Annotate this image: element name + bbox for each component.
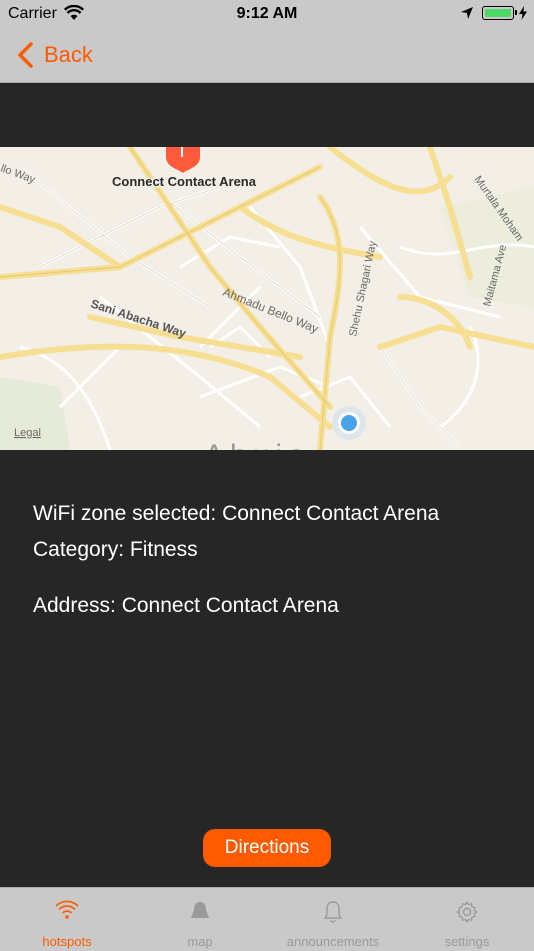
back-label: Back xyxy=(44,42,93,67)
status-bar: Carrier 9:12 AM xyxy=(0,0,534,28)
pin-label: Connect Contact Arena xyxy=(112,174,257,189)
header-spacer xyxy=(0,83,534,147)
tab-settings[interactable]: settings xyxy=(400,888,534,951)
back-button[interactable]: Back xyxy=(14,40,93,70)
map-view[interactable]: llo Way Sani Abacha Way Ahmadu Bello Way… xyxy=(0,147,534,450)
bell-icon xyxy=(323,901,343,923)
wifi-icon xyxy=(55,900,79,919)
tab-label: settings xyxy=(444,934,490,949)
user-location-icon xyxy=(332,406,366,440)
address-text: Address: Connect Contact Arena xyxy=(33,594,339,617)
tab-map[interactable]: map xyxy=(133,888,267,951)
tab-label: map xyxy=(187,934,213,949)
tab-label: announcements xyxy=(286,934,380,949)
wifi-zone-text: WiFi zone selected: Connect Contact Aren… xyxy=(33,502,440,525)
category-text: Category: Fitness xyxy=(33,538,198,561)
battery-icon xyxy=(482,6,517,20)
charging-bolt-icon xyxy=(519,6,527,20)
map-icon xyxy=(191,902,209,918)
legal-link[interactable]: Legal xyxy=(14,427,41,439)
tab-announcements[interactable]: announcements xyxy=(266,888,400,951)
navigation-bar: Back xyxy=(0,28,534,83)
clock: 9:12 AM xyxy=(236,5,298,22)
city-label: Abuja xyxy=(204,439,311,450)
directions-button[interactable]: Directions xyxy=(203,829,331,867)
chevron-left-icon xyxy=(18,42,33,68)
tab-label: hotspots xyxy=(42,934,92,949)
location-arrow-icon xyxy=(461,7,473,19)
tab-bar: hotspots map announcements settings xyxy=(0,887,534,951)
gear-icon xyxy=(456,901,478,923)
tab-hotspots[interactable]: hotspots xyxy=(0,888,134,951)
